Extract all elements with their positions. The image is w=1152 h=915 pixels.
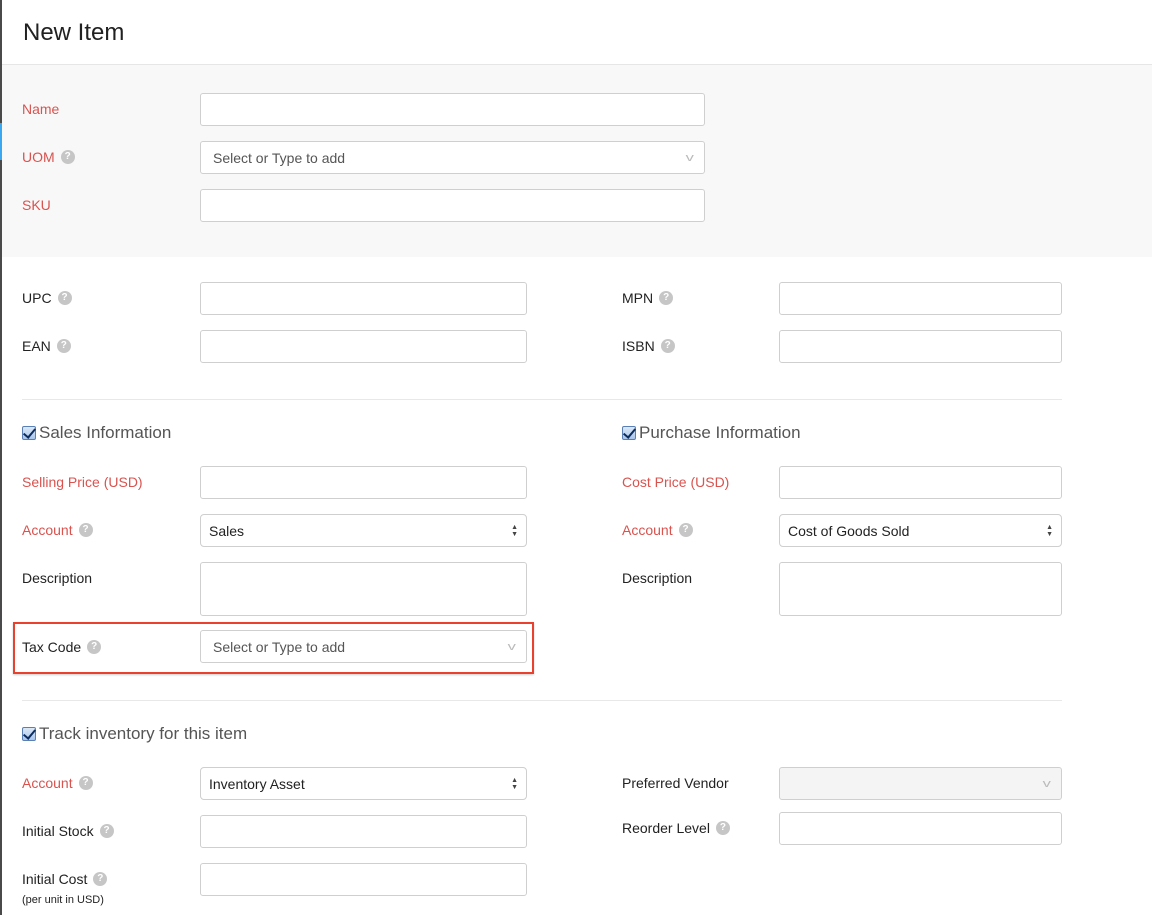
inventory-heading: Track inventory for this item — [39, 724, 248, 743]
mpn-label-text: MPN — [622, 290, 654, 306]
initial-stock-label-text: Initial Stock — [22, 823, 94, 839]
inventory-section-header: Track inventory for this item — [22, 724, 247, 744]
sales-account-label-text: Account — [22, 522, 73, 538]
chevron-down-icon: v — [507, 640, 516, 653]
sales-account-label: Account ? — [22, 520, 93, 540]
selling-price-label-text: Selling Price (USD) — [22, 474, 143, 490]
select-arrows-icon: ▲ ▼ — [511, 523, 518, 538]
isbn-label: ISBN ? — [622, 336, 675, 356]
purchase-account-select[interactable]: Cost of Goods Sold ▲ ▼ — [779, 514, 1062, 547]
ean-label: EAN ? — [22, 336, 71, 356]
help-icon[interactable]: ? — [78, 776, 93, 790]
upc-input[interactable] — [200, 282, 527, 315]
uom-label: UOM ? — [22, 147, 75, 167]
help-icon[interactable]: ? — [660, 339, 675, 353]
purchase-account-value: Cost of Goods Sold — [788, 522, 910, 539]
help-icon[interactable]: ? — [57, 291, 72, 305]
tax-code-placeholder: Select or Type to add — [213, 638, 346, 655]
cost-price-label: Cost Price (USD) — [622, 472, 729, 492]
initial-cost-label-text: Initial Cost — [22, 871, 88, 887]
help-icon[interactable]: ? — [87, 640, 102, 654]
purchase-account-label-text: Account — [622, 522, 673, 538]
sales-checkbox[interactable] — [22, 426, 36, 440]
page-header: New Item — [2, 0, 1152, 65]
sales-account-select[interactable]: Sales ▲ ▼ — [200, 514, 527, 547]
upc-label-text: UPC — [22, 290, 52, 306]
preferred-vendor-combobox[interactable]: v — [779, 767, 1062, 800]
help-icon[interactable]: ? — [56, 339, 71, 353]
sales-description-label: Description — [22, 568, 92, 588]
help-icon[interactable]: ? — [60, 150, 75, 164]
sales-section-header: Sales Information — [22, 423, 171, 443]
tax-code-label: Tax Code ? — [22, 637, 102, 657]
purchase-heading: Purchase Information — [639, 423, 801, 442]
cost-price-input[interactable] — [779, 466, 1062, 499]
upc-label: UPC ? — [22, 288, 72, 308]
ean-label-text: EAN — [22, 338, 51, 354]
purchase-description-input[interactable] — [779, 562, 1062, 616]
sku-input[interactable] — [200, 189, 705, 222]
uom-combobox[interactable]: Select or Type to add v — [200, 141, 705, 174]
help-icon[interactable]: ? — [678, 523, 693, 537]
initial-cost-input[interactable] — [200, 863, 527, 896]
page-title: New Item — [23, 19, 125, 46]
section-divider — [22, 700, 1062, 701]
initial-cost-note: (per unit in USD) — [22, 894, 104, 906]
initial-stock-label: Initial Stock ? — [22, 821, 114, 841]
tax-code-label-text: Tax Code — [22, 639, 82, 655]
uom-label-text: UOM — [22, 149, 55, 165]
purchase-account-label: Account ? — [622, 520, 693, 540]
chevron-down-icon: v — [685, 151, 694, 164]
mpn-label: MPN ? — [622, 288, 674, 308]
inventory-account-label-text: Account — [22, 775, 73, 791]
help-icon[interactable]: ? — [715, 821, 730, 835]
sales-heading: Sales Information — [39, 423, 172, 442]
help-icon[interactable]: ? — [659, 291, 674, 305]
tax-code-combobox[interactable]: Select or Type to add v — [200, 630, 527, 663]
purchase-section-header: Purchase Information — [622, 423, 801, 443]
sales-description-label-text: Description — [22, 570, 93, 586]
ean-input[interactable] — [200, 330, 527, 363]
selling-price-input[interactable] — [200, 466, 527, 499]
inventory-account-label: Account ? — [22, 773, 93, 793]
isbn-input[interactable] — [779, 330, 1062, 363]
initial-cost-label: Initial Cost ? — [22, 869, 108, 889]
preferred-vendor-label-text: Preferred Vendor — [622, 775, 729, 791]
name-label-text: Name — [22, 101, 60, 117]
track-inventory-checkbox[interactable] — [22, 727, 36, 741]
help-icon[interactable]: ? — [93, 872, 108, 886]
purchase-description-label: Description — [622, 568, 692, 588]
name-input[interactable] — [200, 93, 705, 126]
initial-stock-input[interactable] — [200, 815, 527, 848]
selling-price-label: Selling Price (USD) — [22, 472, 143, 492]
mpn-input[interactable] — [779, 282, 1062, 315]
sku-label-text: SKU — [22, 197, 51, 213]
reorder-level-label: Reorder Level ? — [622, 818, 730, 838]
select-arrows-icon: ▲ ▼ — [1046, 523, 1053, 538]
help-icon[interactable]: ? — [78, 523, 93, 537]
isbn-label-text: ISBN — [622, 338, 655, 354]
reorder-level-input[interactable] — [779, 812, 1062, 845]
sku-label: SKU — [22, 195, 51, 215]
section-divider — [22, 399, 1062, 400]
sales-account-value: Sales — [209, 522, 245, 539]
inventory-account-value: Inventory Asset — [209, 775, 305, 792]
purchase-description-label-text: Description — [622, 570, 693, 586]
select-arrows-icon: ▲ ▼ — [511, 776, 518, 791]
name-label: Name — [22, 99, 59, 119]
cost-price-label-text: Cost Price (USD) — [622, 474, 730, 490]
chevron-down-icon: v — [1042, 777, 1051, 790]
uom-placeholder: Select or Type to add — [213, 149, 346, 166]
reorder-level-label-text: Reorder Level — [622, 820, 710, 836]
inventory-account-select[interactable]: Inventory Asset ▲ ▼ — [200, 767, 527, 800]
preferred-vendor-label: Preferred Vendor — [622, 773, 729, 793]
help-icon[interactable]: ? — [99, 824, 114, 838]
sales-description-input[interactable] — [200, 562, 527, 616]
purchase-checkbox[interactable] — [622, 426, 636, 440]
